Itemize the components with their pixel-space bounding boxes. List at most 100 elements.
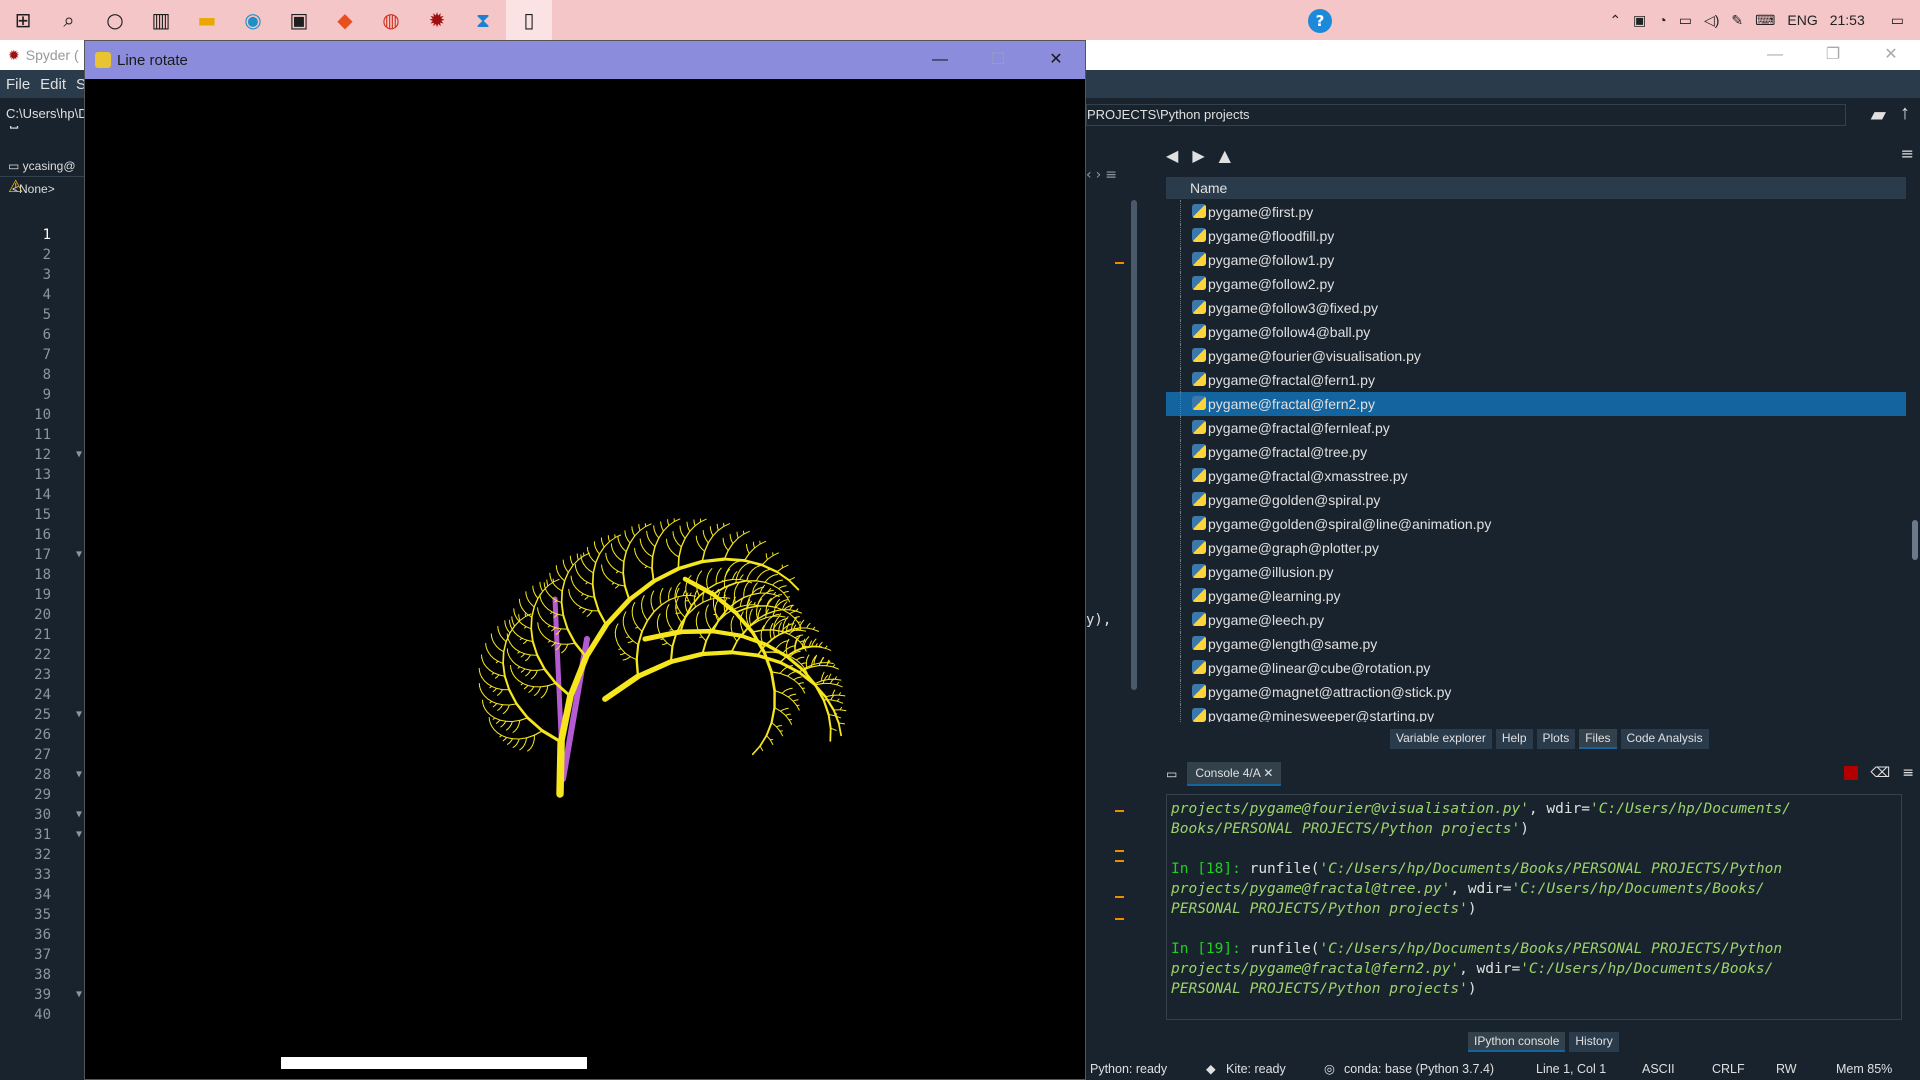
file-item[interactable]: pygame@illusion.py	[1166, 560, 1906, 584]
file-item[interactable]: pygame@fractal@xmasstree.py	[1166, 464, 1906, 488]
fractal-segment	[556, 571, 560, 576]
fold-icon[interactable]: ▼	[76, 985, 82, 1005]
files-path-field[interactable]: PROJECTS\Python projects	[1086, 104, 1846, 126]
parent-dir-icon[interactable]: ↑	[1900, 102, 1910, 127]
file-item[interactable]: pygame@first.py	[1166, 200, 1906, 224]
file-item[interactable]: pygame@follow2.py	[1166, 272, 1906, 296]
close-icon[interactable]: ✕	[1263, 766, 1273, 780]
menu-file[interactable]: File	[6, 76, 30, 93]
fractal-canvas[interactable]	[85, 79, 1085, 1079]
file-item[interactable]: pygame@follow1.py	[1166, 248, 1906, 272]
language-indicator[interactable]: ENG	[1787, 12, 1817, 28]
menu-icon[interactable]: ≡	[1902, 765, 1914, 781]
chevron-up-icon[interactable]: ⌃	[1609, 12, 1621, 29]
pen-icon[interactable]: ✎	[1731, 12, 1743, 29]
help-tray-icon[interactable]: ?	[1308, 9, 1332, 33]
fold-icon[interactable]: ▼	[76, 705, 82, 725]
menu-icon[interactable]: ≡	[1105, 167, 1117, 183]
fold-icon[interactable]: ▼	[76, 545, 82, 565]
file-item[interactable]: pygame@leech.py	[1166, 608, 1906, 632]
file-item[interactable]: pygame@fourier@visualisation.py	[1166, 344, 1906, 368]
tab-variable-explorer[interactable]: Variable explorer	[1390, 729, 1492, 749]
up-icon[interactable]: ▲	[1219, 146, 1231, 165]
marker[interactable]	[1115, 896, 1124, 898]
chrome-icon[interactable]: ◍	[368, 0, 414, 40]
file-item[interactable]: pygame@fractal@fern2.py	[1166, 392, 1906, 416]
brave-icon[interactable]: ◆	[322, 0, 368, 40]
file-item[interactable]: pygame@golden@spiral@line@animation.py	[1166, 512, 1906, 536]
pygame-title-bar[interactable]: Line rotate — ☐ ✕	[85, 41, 1085, 79]
browse-folder-icon[interactable]: ▰	[1871, 102, 1886, 127]
fold-icon[interactable]: ▼	[76, 765, 82, 785]
keyboard-icon[interactable]: ⌨	[1755, 12, 1775, 29]
wifi-icon[interactable]: ◔	[1658, 12, 1666, 28]
fold-icon[interactable]: ▼	[76, 825, 82, 845]
forward-icon[interactable]: ▶	[1192, 146, 1204, 165]
fractal-segment	[512, 660, 517, 665]
volume-icon[interactable]: ◁)	[1704, 12, 1719, 29]
files-menu-icon[interactable]: ≡	[1901, 144, 1914, 163]
file-item[interactable]: pygame@learning.py	[1166, 584, 1906, 608]
file-item[interactable]: pygame@follow3@fixed.py	[1166, 296, 1906, 320]
close-icon[interactable]: ✕	[1862, 40, 1920, 70]
console-tab[interactable]: Console 4/A ✕	[1187, 762, 1282, 786]
vscode-icon[interactable]: ⧗	[460, 0, 506, 40]
tab-ipython-console[interactable]: IPython console	[1468, 1032, 1566, 1052]
warning-icon[interactable]: ⚠	[8, 177, 23, 197]
screen-icon[interactable]: ▣	[1633, 12, 1646, 29]
file-item[interactable]: pygame@fractal@tree.py	[1166, 440, 1906, 464]
editor-scrollbar-thumb[interactable]	[1131, 200, 1137, 690]
maximize-icon[interactable]: ☐	[969, 41, 1027, 79]
fractal-segment	[660, 638, 664, 640]
files-column-header[interactable]: Name	[1166, 177, 1906, 199]
tab-files[interactable]: Files	[1579, 729, 1617, 749]
marker[interactable]	[1115, 860, 1124, 862]
file-item[interactable]: pygame@follow4@ball.py	[1166, 320, 1906, 344]
stop-icon[interactable]	[1844, 766, 1859, 780]
marker[interactable]	[1115, 850, 1124, 852]
file-item[interactable]: pygame@linear@cube@rotation.py	[1166, 656, 1906, 680]
chevron-right-icon[interactable]: ›	[1096, 167, 1102, 183]
minimize-icon[interactable]: —	[911, 41, 969, 79]
clear-icon[interactable]: ⌫	[1870, 765, 1890, 781]
close-icon[interactable]: ✕	[1027, 41, 1085, 79]
marker[interactable]	[1115, 810, 1124, 812]
fold-icon[interactable]: ▼	[76, 445, 82, 465]
clock[interactable]: 21:53	[1830, 12, 1865, 28]
file-item[interactable]: pygame@fractal@fern1.py	[1166, 368, 1906, 392]
tab-code-analysis[interactable]: Code Analysis	[1620, 729, 1709, 749]
tab-help[interactable]: Help	[1495, 729, 1533, 749]
cortana-icon[interactable]: ○	[92, 0, 138, 40]
battery-icon[interactable]: ▭	[1679, 12, 1692, 29]
file-item[interactable]: pygame@minesweeper@starting.py	[1166, 704, 1906, 722]
tab-plots[interactable]: Plots	[1536, 729, 1576, 749]
marker[interactable]	[1115, 262, 1124, 264]
notifications-icon[interactable]: ▭	[1891, 12, 1904, 29]
store-icon[interactable]: ▣	[276, 0, 322, 40]
menu-edit[interactable]: Edit	[40, 76, 66, 93]
working-dir-path[interactable]: C:\Users\hp\D	[6, 106, 88, 121]
search-icon[interactable]: ⌕	[46, 0, 92, 40]
chevron-left-icon[interactable]: ‹	[1086, 167, 1092, 183]
back-icon[interactable]: ◀	[1166, 146, 1178, 165]
marker[interactable]	[1115, 918, 1124, 920]
file-item[interactable]: pygame@magnet@attraction@stick.py	[1166, 680, 1906, 704]
files-scrollbar-thumb[interactable]	[1912, 520, 1918, 560]
file-item[interactable]: pygame@fractal@fernleaf.py	[1166, 416, 1906, 440]
file-explorer-icon[interactable]: ▬	[184, 0, 230, 40]
files-scrollbar[interactable]	[1910, 176, 1920, 722]
notepad-icon[interactable]: ▯	[506, 0, 552, 40]
console-output[interactable]: projects/pygame@fourier@visualisation.py…	[1166, 794, 1902, 1020]
fold-icon[interactable]: ▼	[76, 805, 82, 825]
windows-start-icon[interactable]: ⊞	[0, 0, 46, 40]
file-item[interactable]: pygame@floodfill.py	[1166, 224, 1906, 248]
file-item[interactable]: pygame@golden@spiral.py	[1166, 488, 1906, 512]
task-view-icon[interactable]: ▥	[138, 0, 184, 40]
pygame-app-icon[interactable]: ✹	[414, 0, 460, 40]
edge-icon[interactable]: ◉	[230, 0, 276, 40]
tab-history[interactable]: History	[1569, 1032, 1619, 1052]
file-item[interactable]: pygame@length@same.py	[1166, 632, 1906, 656]
restore-icon[interactable]: ❐	[1804, 40, 1862, 70]
minimize-icon[interactable]: —	[1746, 40, 1804, 70]
file-item[interactable]: pygame@graph@plotter.py	[1166, 536, 1906, 560]
